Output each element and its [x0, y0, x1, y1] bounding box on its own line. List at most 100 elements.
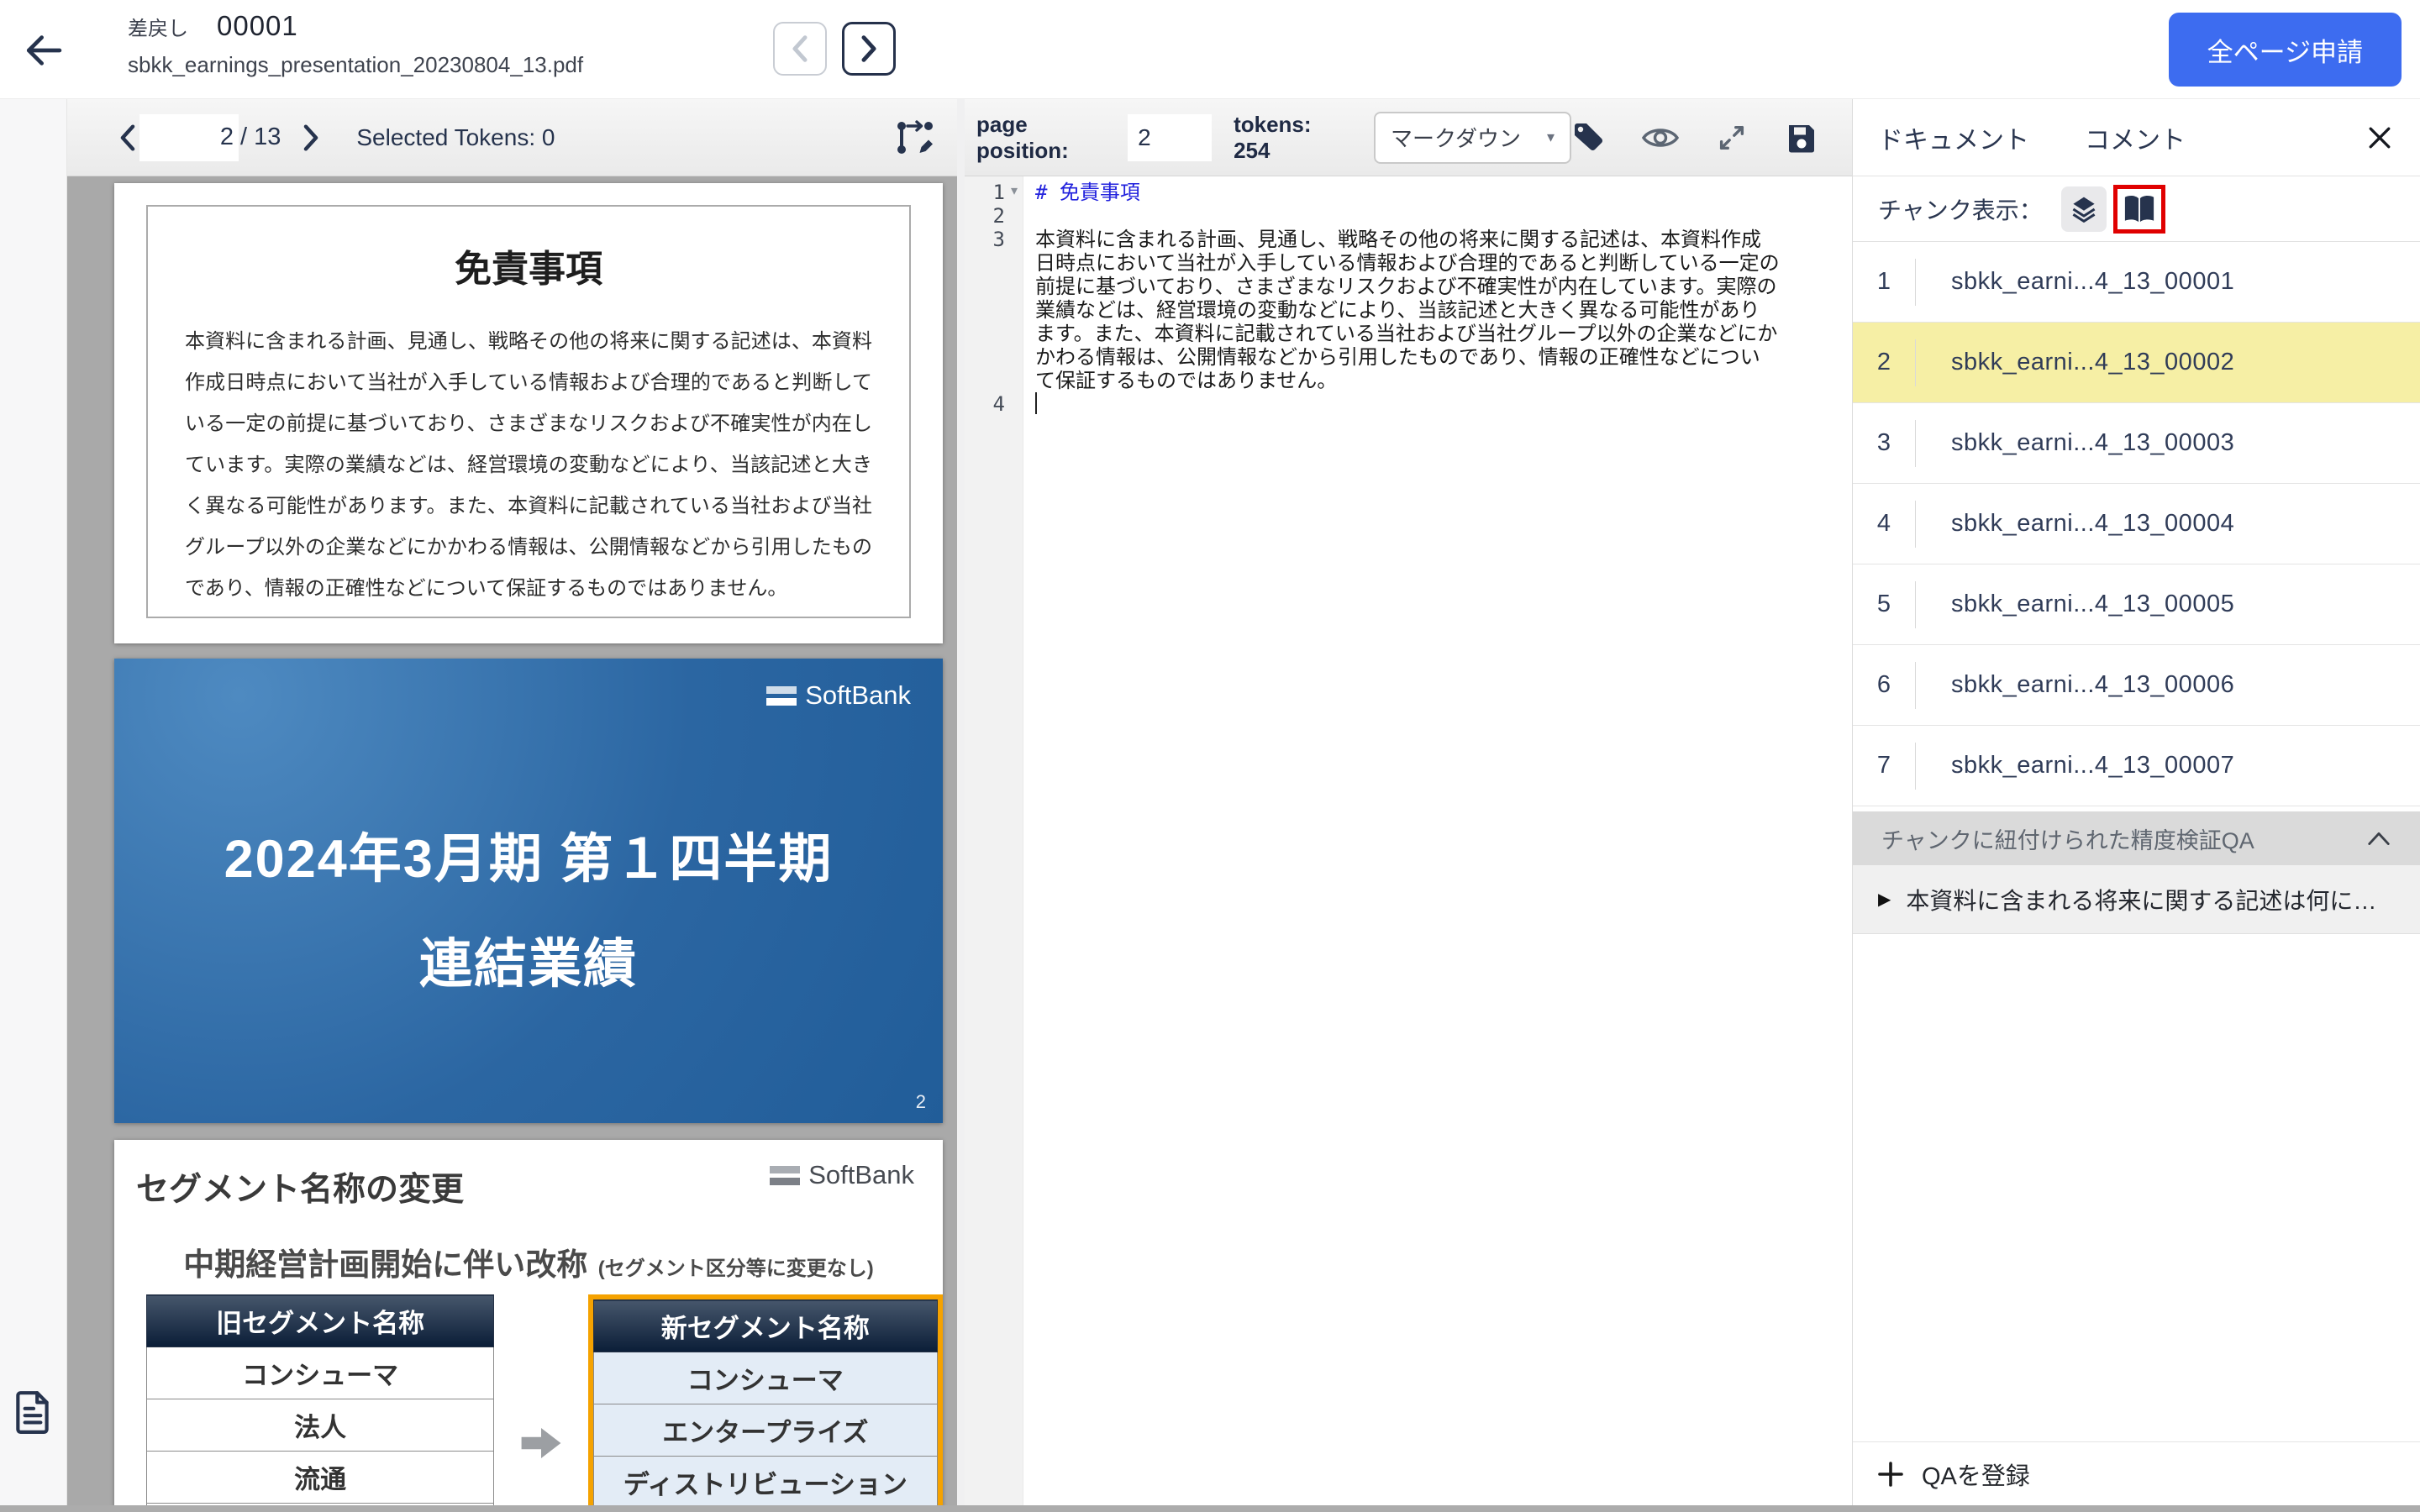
softbank-logo-text: SoftBank: [808, 1160, 914, 1190]
format-select[interactable]: マークダウン ▾: [1374, 112, 1571, 164]
editor-line: 3 本資料に含まれる計画、見通し、戦略その他の将来に関する記述は、本資料作成日時…: [965, 228, 1852, 392]
plus-icon: [1876, 1460, 1905, 1488]
document-nav: [773, 22, 896, 76]
qa-collapse-button[interactable]: [2366, 829, 2391, 848]
back-arrow-icon: [22, 29, 66, 72]
save-button[interactable]: [1785, 121, 1818, 155]
layers-icon: [2069, 194, 2099, 224]
preview-button[interactable]: [1642, 123, 1679, 152]
chunk-row[interactable]: 3 sbkk_earni...4_13_00003: [1853, 403, 2420, 484]
tokens-count-label: tokens: 254: [1234, 112, 1349, 164]
book-view-toggle[interactable]: [2119, 191, 2160, 228]
next-page-button[interactable]: [299, 123, 323, 152]
chunk-index: 3: [1853, 429, 1915, 457]
tab-comment[interactable]: コメント: [2085, 119, 2186, 156]
chunk-row[interactable]: 4 sbkk_earni...4_13_00004: [1853, 484, 2420, 564]
qa-item[interactable]: ▶ 本資料に含まれる将来に関する記述は何に…: [1853, 865, 2420, 934]
table-row: エンタープライズ: [593, 1404, 937, 1457]
line-number: 2: [993, 204, 1005, 228]
segment-arrow-icon: [494, 1420, 587, 1466]
app-root: 差戻し 00001 sbkk_earnings_presentation_202…: [0, 0, 2420, 1512]
qa-item-text: 本資料に含まれる将来に関する記述は何に…: [1906, 883, 2376, 916]
chunk-row[interactable]: 6 sbkk_earni...4_13_00006: [1853, 645, 2420, 726]
line-number: 1: [993, 181, 1005, 204]
play-triangle-icon[interactable]: ▶: [1878, 889, 1891, 910]
back-button[interactable]: [22, 29, 66, 72]
fold-caret-icon[interactable]: ▾: [1005, 181, 1023, 202]
table-row: 流通: [147, 1452, 494, 1504]
chunk-row[interactable]: 1 sbkk_earni...4_13_00001: [1853, 242, 2420, 323]
chunk-row[interactable]: 5 sbkk_earni...4_13_00005: [1853, 564, 2420, 645]
editor-line: 1▾ # 免責事項: [965, 181, 1852, 204]
disclaimer-box: 免責事項 本資料に含まれる計画、見通し、戦略その他の将来に関する記述は、本資料作…: [146, 205, 911, 618]
prev-document-button[interactable]: [773, 22, 827, 76]
old-segment-table: 旧セグメント名称 コンシューマ 法人 流通: [146, 1294, 494, 1505]
expand-button[interactable]: [1716, 122, 1748, 154]
chunk-row[interactable]: 7 sbkk_earni...4_13_00007: [1853, 726, 2420, 806]
chunk-index: 5: [1853, 591, 1915, 618]
editor-code: [1023, 204, 1780, 228]
document-id: 00001: [217, 10, 298, 42]
slide-title: 2024年3月期 第１四半期 連結業績: [114, 816, 943, 998]
chunk-label: sbkk_earni...4_13_00006: [1916, 671, 2234, 699]
tab-document[interactable]: ドキュメント: [1878, 119, 2029, 156]
disclaimer-body: 本資料に含まれる計画、見通し、戦略その他の将来に関する記述は、本資料作成日時点に…: [185, 321, 872, 609]
chevron-up-icon: [2366, 829, 2391, 848]
chevron-right-icon: [856, 34, 881, 63]
chunk-label: sbkk_earni...4_13_00005: [1916, 591, 2234, 618]
selected-tokens-label: Selected Tokens: 0: [356, 124, 555, 151]
line-number: 4: [993, 392, 1005, 416]
pdf-viewport[interactable]: 免責事項 本資料に含まれる計画、見通し、戦略その他の将来に関する記述は、本資料作…: [67, 176, 957, 1505]
chunk-index: 1: [1853, 268, 1915, 296]
editor-line: 2: [965, 204, 1852, 228]
new-segment-table-highlight: 新セグメント名称 コンシューマ エンタープライズ ディストリビューション: [588, 1294, 943, 1505]
tag-button[interactable]: [1571, 121, 1605, 155]
register-qa-label: QAを登録: [1922, 1457, 2030, 1492]
chunk-index: 7: [1853, 752, 1915, 780]
table-row: コンシューマ: [593, 1352, 937, 1404]
markdown-editor-panel: page position: tokens: 254 マークダウン ▾: [965, 99, 1852, 1505]
layers-view-toggle[interactable]: [2061, 186, 2107, 232]
markdown-editor[interactable]: 1▾ # 免責事項 2 3 本資料に含まれる計画、見通し、戦略その他の将来に関す…: [965, 176, 1852, 1505]
segment-subtitle-main: 中期経営計画開始に伴い改称: [183, 1247, 587, 1282]
softbank-logo-bars-icon: [766, 686, 797, 706]
submit-all-pages-button[interactable]: 全ページ申請: [2169, 13, 2402, 87]
slide-page-number: 2: [916, 1091, 926, 1113]
line-number: 3: [993, 228, 1005, 251]
chunk-index: 4: [1853, 510, 1915, 538]
qa-section-title: チャンクに紐付けられた精度検証QA: [1881, 822, 2254, 855]
prev-page-button[interactable]: [116, 123, 139, 152]
document-meta: 差戻し 00001 sbkk_earnings_presentation_202…: [128, 10, 583, 78]
editor-code-heading: # 免責事項: [1023, 181, 1780, 204]
page-number-input[interactable]: [139, 114, 239, 161]
segment-slide-subtitle: 中期経営計画開始に伴い改称 (セグメント区分等に変更なし): [114, 1239, 943, 1284]
expand-icon: [1716, 122, 1748, 154]
book-icon: [2122, 193, 2157, 225]
text-cursor: [1035, 392, 1037, 414]
close-icon: [2365, 123, 2395, 153]
editor-line: 4: [965, 392, 1852, 416]
save-icon: [1785, 121, 1818, 155]
pdf-page-segment-slide: SoftBank セグメント名称の変更 中期経営計画開始に伴い改称 (セグメント…: [114, 1140, 943, 1505]
editor-code: 本資料に含まれる計画、見通し、戦略その他の将来に関する記述は、本資料作成日時点に…: [1023, 228, 1780, 392]
old-segment-table-header: 旧セグメント名称: [147, 1295, 494, 1347]
next-document-button[interactable]: [842, 22, 896, 76]
editor-toolbar-icons: [1571, 121, 1818, 155]
new-segment-table: 新セグメント名称 コンシューマ エンタープライズ ディストリビューション: [593, 1299, 938, 1505]
close-panel-button[interactable]: [2365, 123, 2395, 153]
slide-title-line2: 連結業績: [114, 921, 943, 998]
token-edit-icon: [895, 118, 935, 158]
pdf-page-disclaimer: 免責事項 本資料に含まれる計画、見通し、戦略その他の将来に関する記述は、本資料作…: [114, 183, 943, 643]
disclaimer-title: 免責事項: [148, 239, 909, 292]
right-panel-empty-area: [1853, 934, 2420, 1441]
chunk-label: sbkk_earni...4_13_00004: [1916, 510, 2234, 538]
chunk-row-selected[interactable]: 2 sbkk_earni...4_13_00002: [1853, 323, 2420, 403]
document-icon[interactable]: [13, 1389, 52, 1435]
table-row: コンシューマ: [147, 1347, 494, 1399]
right-panel: ドキュメント コメント チャンク表示：: [1852, 99, 2420, 1505]
token-edit-button[interactable]: [895, 118, 935, 158]
right-panel-header: ドキュメント コメント: [1853, 99, 2420, 176]
chunk-index: 6: [1853, 671, 1915, 699]
register-qa-button[interactable]: QAを登録: [1853, 1441, 2420, 1505]
page-position-input[interactable]: [1128, 114, 1212, 161]
